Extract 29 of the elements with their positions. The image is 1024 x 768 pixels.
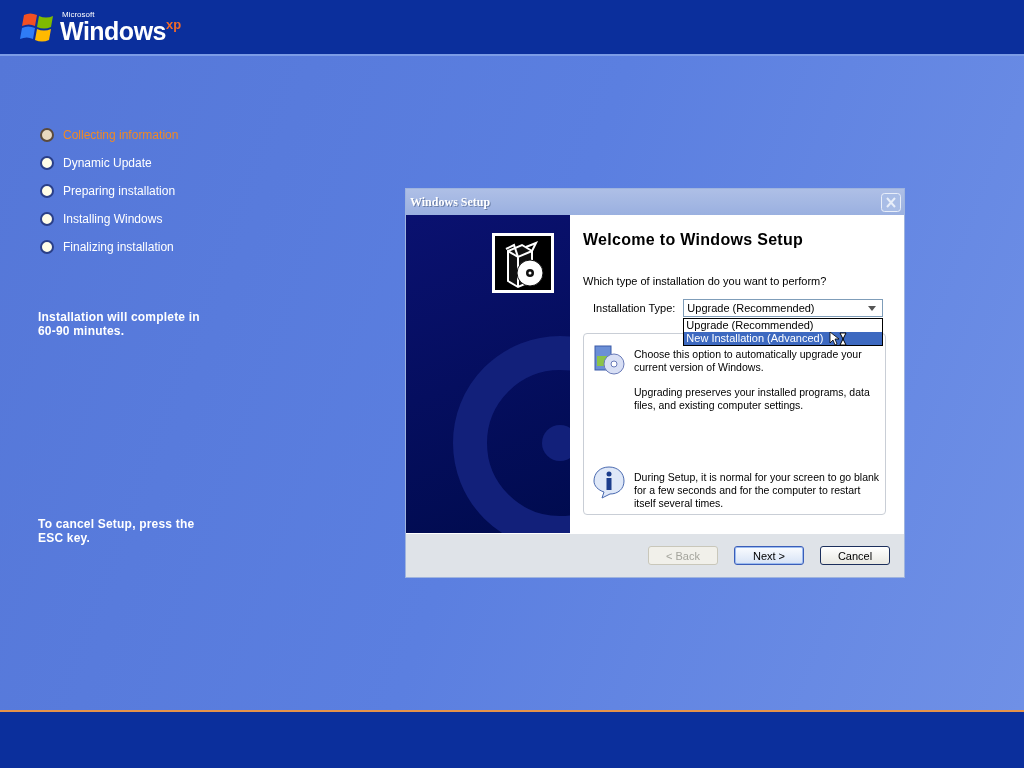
dropdown-option[interactable]: Upgrade (Recommended)	[684, 319, 883, 332]
cancel-hint-text: To cancel Setup, press the ESC key.	[38, 517, 196, 545]
description-text: During Setup, it is normal for your screen to go blank for a few seconds and for the computer to restart itself several times.	[634, 471, 881, 510]
time-estimate-text: Installation will complete in 60-90 minutes.	[38, 310, 201, 338]
step-label: Collecting information	[63, 128, 179, 142]
close-icon[interactable]	[881, 192, 901, 212]
step-label: Preparing installation	[63, 184, 176, 198]
question-text: Which type of installation do you want to perform?	[583, 275, 828, 287]
dialog-button[interactable]: Next >	[734, 546, 804, 565]
step-label: Installing Windows	[63, 212, 163, 226]
installation-type-dropdown[interactable]: Upgrade (Recommended)	[683, 299, 884, 317]
description-text: Upgrading preserves your installed programs, data files, and existing computer settings.	[634, 386, 871, 412]
upgrade-disc-icon	[592, 342, 626, 376]
dialog-heading: Welcome to Windows Setup	[583, 231, 805, 249]
setup-box-icon	[492, 233, 554, 293]
caret-icon	[868, 305, 877, 311]
edition-text: xp	[166, 19, 182, 31]
field-label: Installation Type:	[593, 302, 676, 314]
description-text: Choose this option to automatically upgrade your current version of Windows.	[634, 348, 863, 374]
step-label: Dynamic Update	[63, 156, 152, 170]
window-title: Windows Setup	[410, 194, 491, 210]
product-name: Windows	[60, 19, 166, 43]
info-icon	[592, 465, 626, 499]
dropdown-option[interactable]: New Installation (Advanced)	[684, 332, 883, 345]
dialog-button[interactable]: Cancel	[820, 546, 890, 565]
disc-watermark-icon	[450, 333, 570, 533]
flag-icon	[20, 11, 56, 43]
step-label: Finalizing installation	[63, 240, 174, 254]
company-text: Microsoft	[62, 11, 96, 19]
